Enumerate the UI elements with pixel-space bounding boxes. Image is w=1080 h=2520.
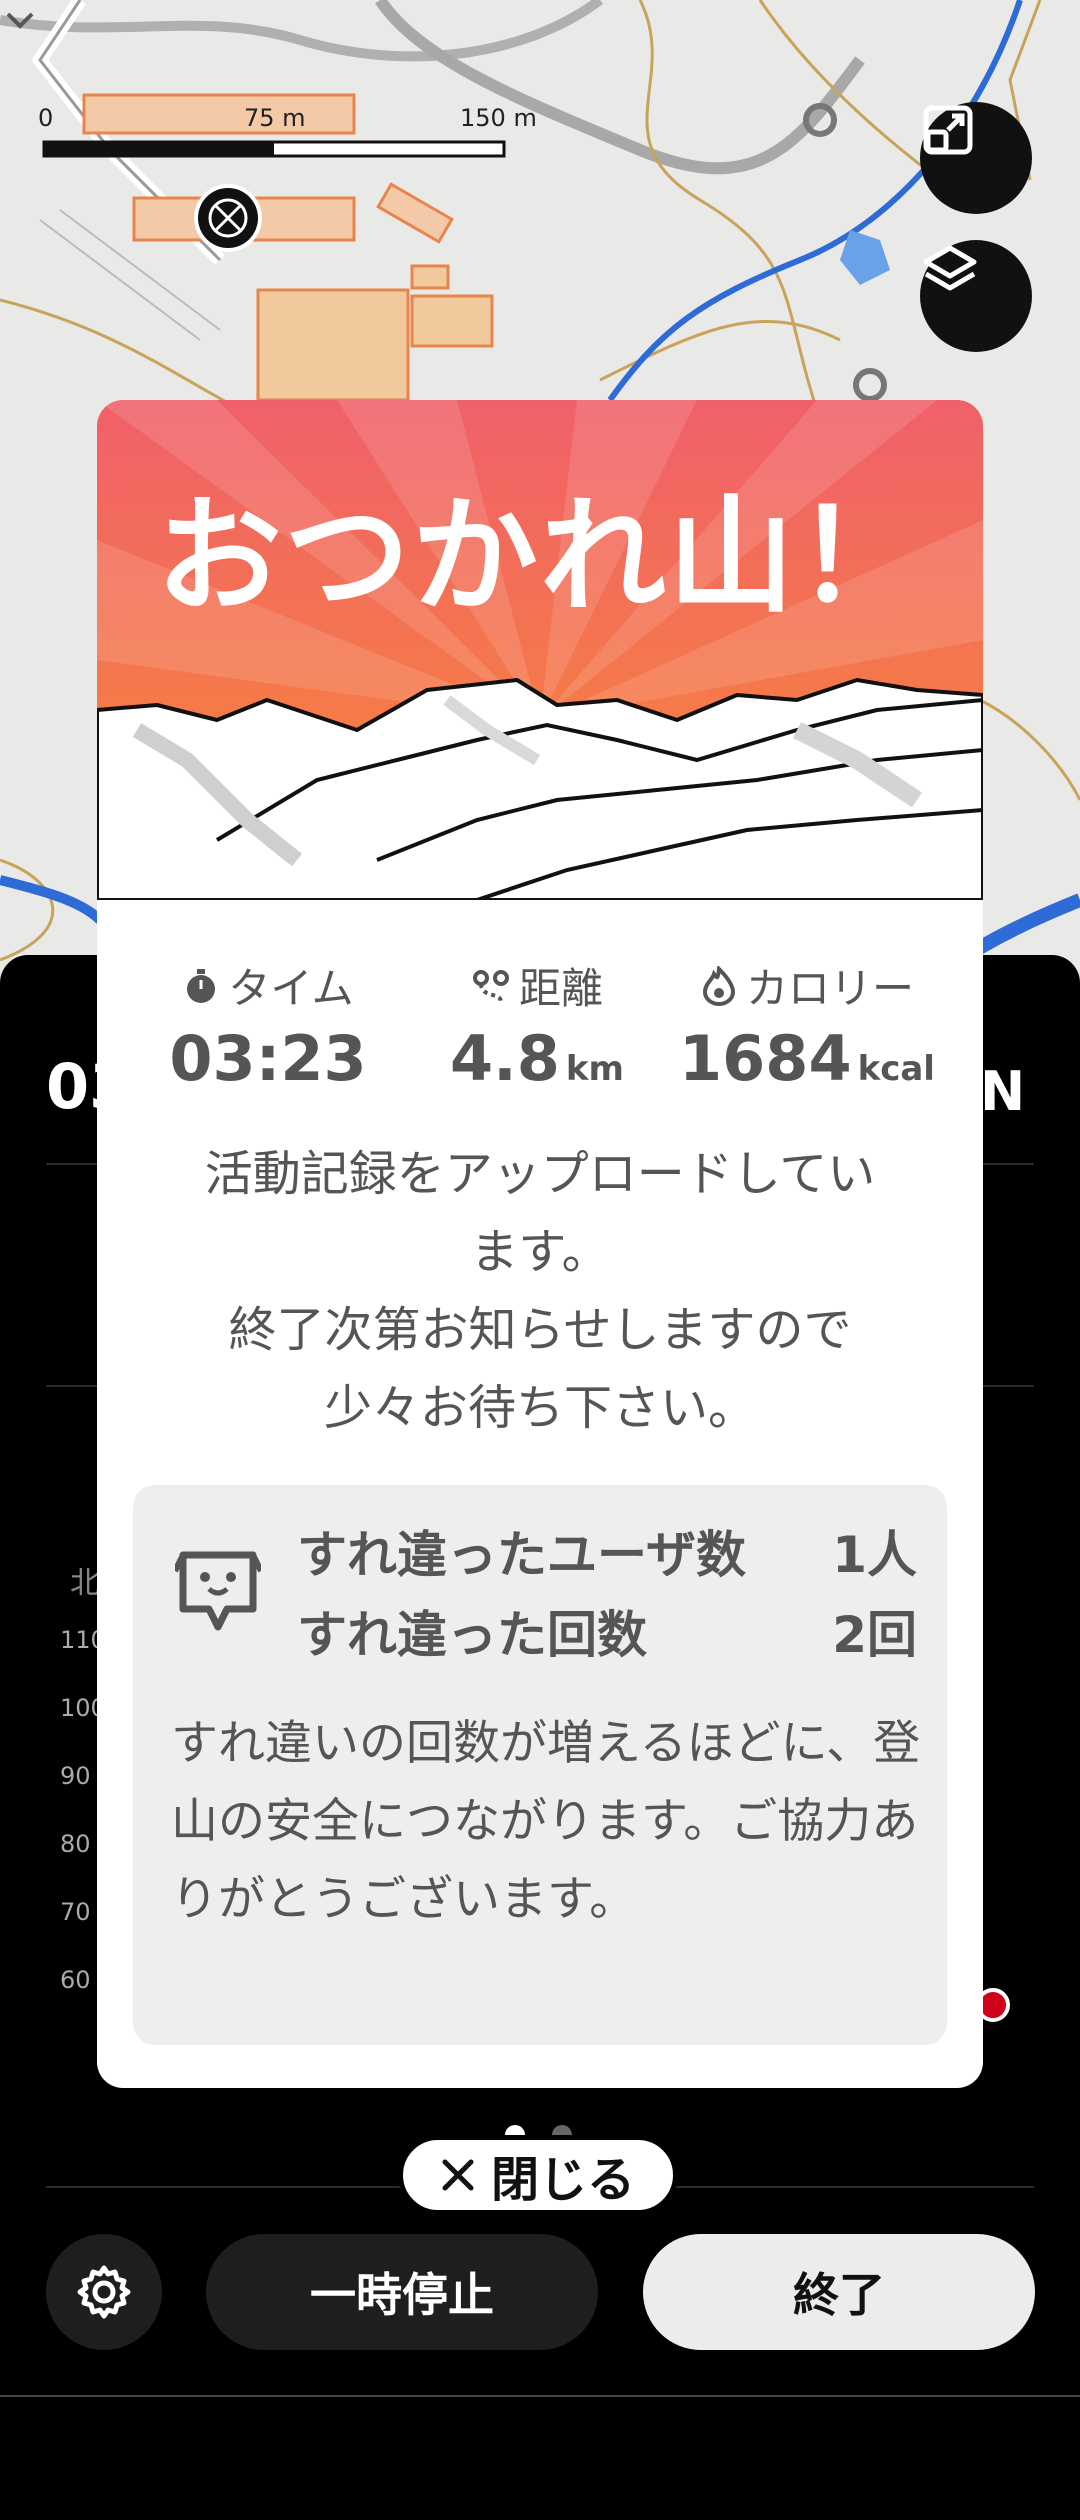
scale-label-zero: 0 [38, 104, 54, 132]
axis-tick: 90 [60, 1762, 91, 1790]
stat-calories-unit: kcal [857, 1049, 935, 1089]
stat-calories-label: カロリー [745, 964, 914, 1013]
axis-tick: 70 [60, 1898, 91, 1926]
fit-bounds-button[interactable] [920, 102, 1032, 214]
stat-calories: カロリー 1684 kcal [657, 955, 957, 1095]
compass-letter: N [980, 1060, 1026, 1123]
pause-button[interactable]: 一時停止 [206, 2234, 598, 2350]
dialog-title: おつかれ山！ [156, 483, 924, 630]
close-button-label: 閉じる [490, 2152, 635, 2208]
close-icon [442, 2159, 474, 2191]
route-icon [472, 969, 509, 1003]
passed-count-label: すれ違った回数 [297, 1606, 647, 1664]
passing-note: すれ違いの回数が増えるほどに、登山の安全につながります。ご協力ありがとうございま… [171, 1716, 921, 1927]
passed-count-value: 2回 [832, 1606, 917, 1664]
stat-distance-label: 距離 [518, 964, 603, 1013]
stat-distance-value: 4.8 [450, 1022, 560, 1095]
axis-tick: 80 [60, 1830, 91, 1858]
completion-dialog: おつかれ山！ タイム 03:23 距離 4.8 km カロリー 1684 kca… [97, 400, 983, 2088]
stat-distance: 距離 4.8 km [427, 955, 647, 1095]
flame-icon [702, 965, 735, 1006]
passing-info-box: すれ違ったユーザ数 1人 すれ違った回数 2回 すれ違いの回数が増えるほどに、登… [133, 1485, 947, 2045]
graph-header-partial: 北 [70, 1566, 100, 1601]
settings-button[interactable] [46, 2234, 162, 2350]
passed-count-row: すれ違った回数 2回 [297, 1595, 917, 1667]
upload-message-line: 活動記録をアップロードしてい [204, 1146, 876, 1202]
divider [0, 2395, 1080, 2397]
passed-users-value: 1人 [832, 1526, 917, 1584]
scale-label-mid: 75 m [244, 104, 306, 132]
stat-distance-unit: km [565, 1049, 624, 1089]
activity-stats: タイム 03:23 距離 4.8 km カロリー 1684 kcal [97, 955, 983, 1105]
chevron-down-icon[interactable] [0, 0, 40, 40]
upload-message-line: 終了次第お知らせしますので [228, 1302, 852, 1358]
scale-label-max: 150 m [460, 104, 537, 132]
layers-button[interactable] [920, 240, 1032, 352]
stat-time-value: 03:23 [169, 1022, 367, 1095]
passed-users-label: すれ違ったユーザ数 [297, 1526, 746, 1584]
upload-message-line: ます。 [470, 1224, 610, 1280]
gear-icon [77, 2265, 131, 2319]
axis-tick: 60 [60, 1966, 91, 1994]
end-button[interactable]: 終了 [643, 2234, 1035, 2350]
stat-calories-value: 1684 [679, 1022, 852, 1095]
dog-face-icon [175, 1551, 261, 1631]
close-button[interactable]: 閉じる [398, 2135, 678, 2215]
stat-time: タイム 03:23 [137, 955, 399, 1095]
fit-bounds-icon [923, 105, 973, 155]
upload-message: 活動記録をアップロードしてい ます。 終了次第お知らせしますので 少々お待ち下さ… [137, 1135, 943, 1447]
stopwatch-icon [187, 968, 216, 1003]
passed-users-row: すれ違ったユーザ数 1人 [297, 1515, 917, 1587]
stat-time-label: タイム [228, 964, 354, 1013]
layers-icon [923, 245, 977, 291]
upload-message-line: 少々お待ち下さい。 [323, 1380, 756, 1436]
